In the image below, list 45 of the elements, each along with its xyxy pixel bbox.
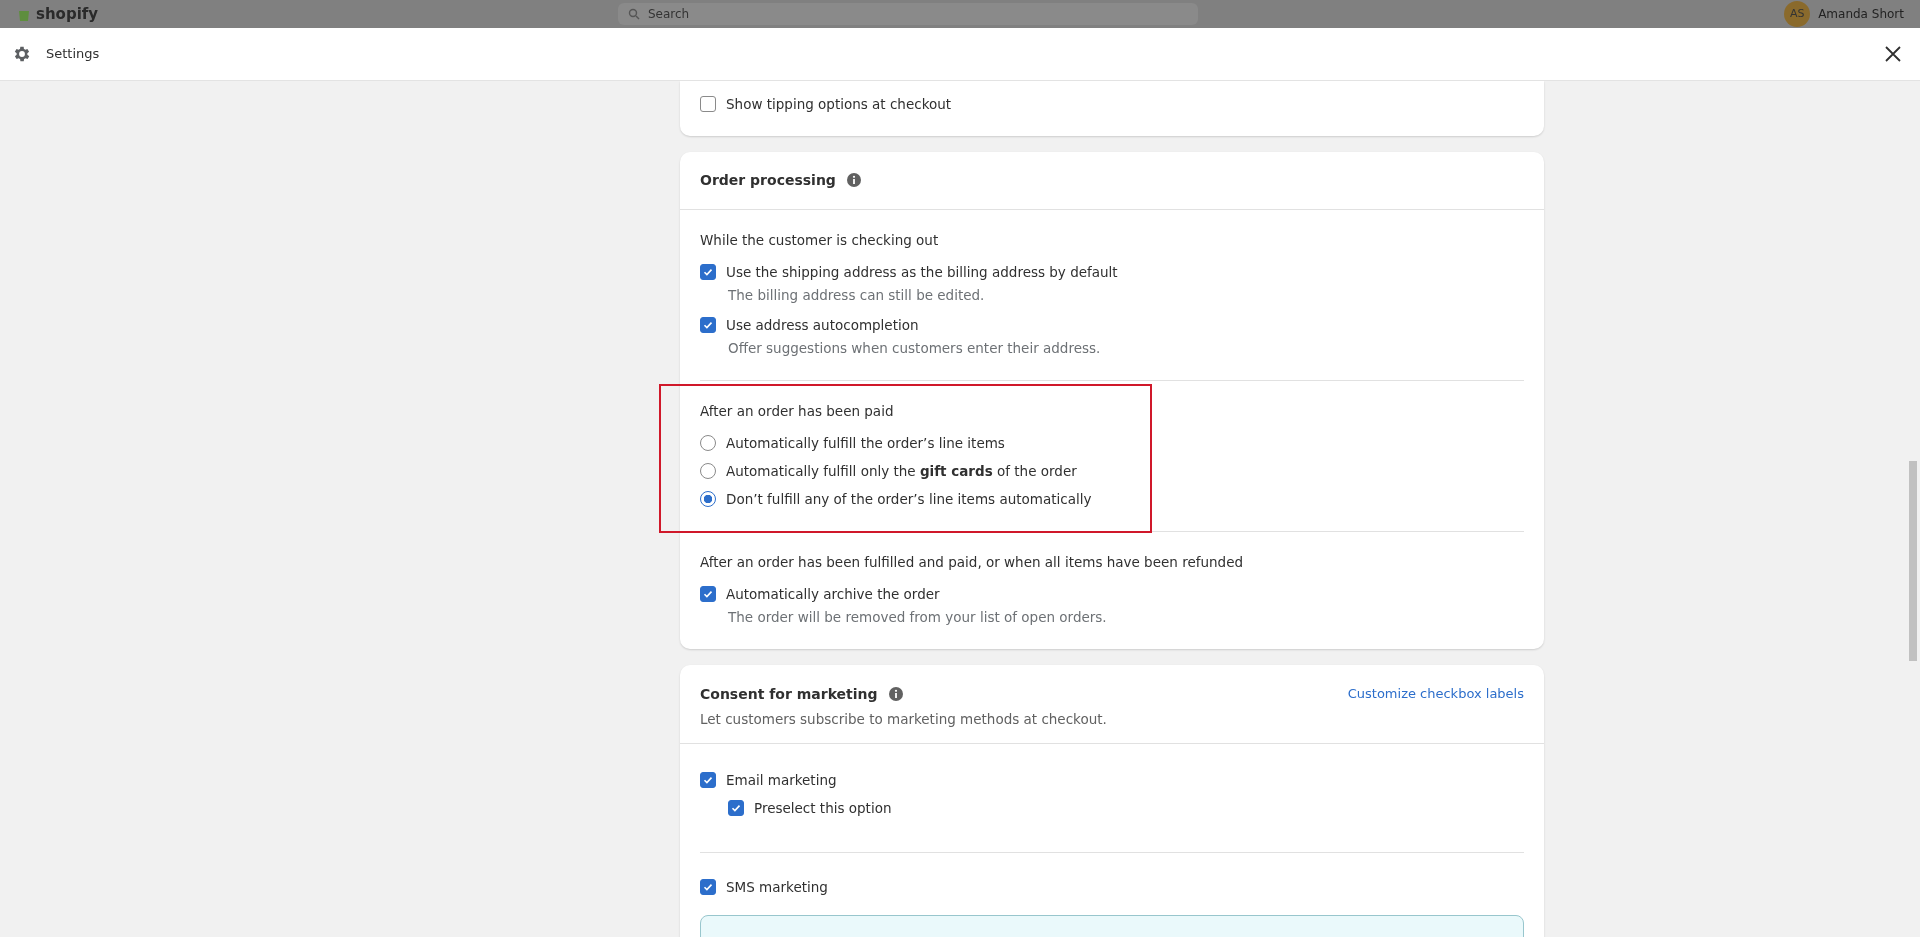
window-title: Settings [46, 45, 100, 63]
radio-button[interactable] [700, 463, 716, 479]
user-name: Amanda Short [1818, 6, 1904, 23]
checkbox[interactable] [728, 800, 744, 816]
checkbox-label: Use the shipping address as the billing address by default [726, 263, 1118, 282]
checkbox[interactable] [700, 317, 716, 333]
card-title: Consent for marketing [700, 685, 878, 704]
checkbox-label: Use address autocompletion [726, 316, 919, 335]
checkbox[interactable] [700, 96, 716, 112]
customize-link[interactable]: Customize checkbox labels [1347, 684, 1524, 704]
settings-icon [12, 44, 32, 64]
checkmark-icon [702, 881, 714, 893]
card-title: Order processing [700, 171, 836, 190]
checkbox-label: Email marketing [726, 771, 837, 790]
radio-label: Don’t fulfill any of the order’s line items automatically [726, 490, 1092, 509]
info-icon[interactable] [845, 172, 862, 188]
section-heading: After an order has been fulfilled and paid, or when all items have been refunded [700, 553, 1245, 572]
checkbox-label: Preselect this option [754, 799, 892, 818]
info-icon[interactable] [887, 686, 904, 702]
checkmark-icon [702, 774, 714, 786]
logo-text: shopify [36, 4, 99, 24]
radio-label: Automatically fulfill the order’s line items [726, 434, 1005, 453]
radio-button[interactable] [700, 435, 716, 451]
checkbox-label: Show tipping options at checkout [726, 95, 952, 114]
scrollbar-thumb[interactable] [1909, 461, 1917, 661]
radio-label: Automatically fulfill only the gift cards of the order [726, 462, 1077, 481]
radio-button[interactable] [700, 491, 716, 507]
checkbox-label: Automatically archive the order [726, 585, 940, 604]
close-icon [1884, 45, 1902, 63]
help-text: Offer suggestions when customers enter their address. [728, 339, 1102, 358]
checkbox-label: SMS marketing [726, 878, 828, 897]
card-subtitle: Let customers subscribe to marketing methods at checkout. [700, 710, 1108, 729]
checkbox[interactable] [700, 772, 716, 788]
checkmark-icon [702, 588, 714, 600]
checkbox[interactable] [700, 586, 716, 602]
section-heading: After an order has been paid [700, 402, 895, 421]
section-heading: While the customer is checking out [700, 231, 940, 250]
checkbox[interactable] [700, 879, 716, 895]
search-field[interactable]: Search [618, 3, 1198, 25]
checkmark-icon [702, 266, 714, 278]
checkmark-icon [730, 802, 742, 814]
help-text: The billing address can still be edited. [728, 286, 986, 305]
help-text: The order will be removed from your list of open orders. [728, 608, 1108, 627]
checkbox[interactable] [700, 264, 716, 280]
checkmark-icon [702, 319, 714, 331]
